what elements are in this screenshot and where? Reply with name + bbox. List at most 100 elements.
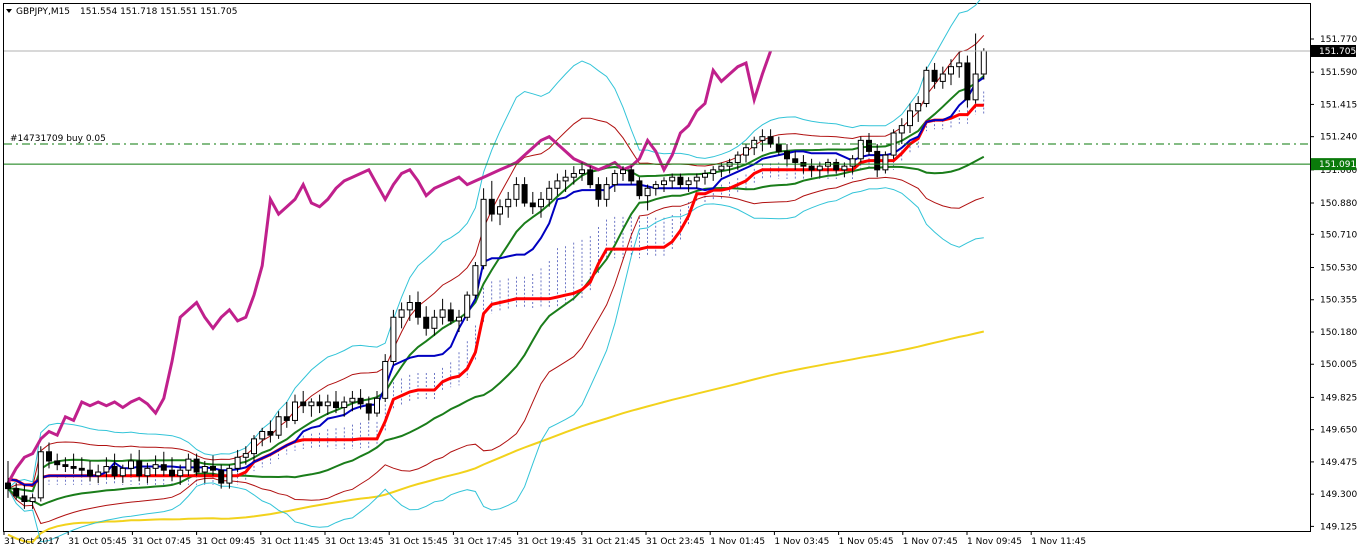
bear-candle: [874, 150, 881, 171]
bull-candle: [234, 456, 241, 469]
x-tick-label: 1 Nov 07:45: [903, 537, 958, 547]
bear-candle: [78, 467, 85, 471]
bull-candle: [956, 62, 963, 68]
bear-candle: [160, 464, 167, 471]
bull-candle: [718, 165, 725, 171]
price-chart[interactable]: #14731709 buy 0.05 GBPJPY,M15 151.554 15…: [0, 0, 1358, 551]
bull-candle: [242, 453, 249, 458]
bull-candle: [292, 401, 298, 421]
bull-candle: [939, 73, 946, 82]
svg-text:151.705: 151.705: [1319, 47, 1356, 57]
bull-candle: [456, 316, 462, 322]
bull-candle: [464, 294, 471, 318]
bull-candle: [857, 139, 864, 160]
bull-candle: [308, 401, 315, 407]
y-tick-label: 150.710: [1320, 230, 1357, 240]
bull-candle: [341, 401, 348, 409]
bear-candle: [964, 62, 971, 101]
bear-candle: [333, 401, 339, 409]
y-tick-label: 150.530: [1320, 264, 1357, 274]
bull-candle: [349, 397, 356, 403]
bull-candle: [907, 110, 913, 127]
bear-candle: [529, 202, 536, 208]
bull-candle: [570, 173, 577, 178]
bull-candle: [915, 103, 922, 112]
bull-candle: [439, 309, 446, 318]
y-tick-label: 149.125: [1320, 522, 1357, 532]
y-tick-label: 149.650: [1320, 426, 1357, 436]
bull-candle: [152, 464, 159, 469]
bear-candle: [21, 495, 28, 503]
bull-candle: [661, 180, 667, 186]
y-tick-label: 150.180: [1320, 328, 1357, 338]
bull-candle: [177, 469, 184, 477]
y-tick-label: 151.770: [1320, 35, 1357, 45]
bull-candle: [538, 198, 544, 208]
bull-candle: [948, 66, 954, 75]
x-tick-label: 31 Oct 19:45: [518, 537, 577, 547]
bull-candle: [472, 265, 479, 296]
bull-candle: [128, 460, 134, 469]
bull-candle: [620, 169, 626, 175]
bull-candle: [980, 50, 987, 75]
y-tick-label: 150.355: [1320, 296, 1357, 306]
bull-candle: [734, 154, 741, 163]
bear-candle: [488, 198, 495, 215]
bear-candle: [587, 169, 594, 186]
bull-candle: [226, 467, 233, 484]
bear-candle: [218, 469, 225, 484]
bear-candle: [636, 180, 643, 197]
y-tick-label: 151.415: [1320, 100, 1357, 110]
bull-candle: [119, 467, 126, 477]
bear-candle: [46, 451, 52, 462]
bear-candle: [415, 302, 421, 318]
bull-candle: [259, 430, 266, 440]
bear-candle: [931, 69, 938, 82]
x-tick-label: 31 Oct 13:45: [325, 537, 384, 547]
bull-candle: [390, 316, 397, 362]
x-tick-label: 31 Oct 11:45: [261, 537, 320, 547]
bear-candle: [357, 397, 364, 405]
bull-candle: [144, 467, 151, 477]
bear-candle: [300, 401, 307, 407]
bear-candle: [447, 309, 454, 322]
bear-candle: [628, 169, 635, 182]
symbol-label: GBPJPY,M15: [16, 7, 70, 17]
y-tick-label: 149.300: [1320, 490, 1357, 500]
x-tick-label: 31 Oct 07:45: [132, 537, 191, 547]
bull-candle: [759, 136, 766, 141]
bear-candle: [423, 316, 430, 329]
x-tick-label: 31 Oct 05:45: [68, 537, 127, 547]
bull-candle: [849, 158, 856, 167]
bull-candle: [669, 176, 676, 182]
bear-candle: [193, 458, 200, 473]
x-tick-label: 1 Nov 09:45: [967, 537, 1022, 547]
y-tick-label: 149.475: [1320, 458, 1357, 468]
bull-candle: [554, 180, 561, 189]
bear-candle: [866, 139, 872, 152]
bull-candle: [743, 147, 749, 156]
bull-candle: [652, 184, 659, 189]
bull-candle: [431, 316, 438, 329]
bull-candle: [972, 73, 979, 101]
bull-candle: [374, 397, 380, 414]
bear-candle: [13, 488, 20, 497]
x-tick-label: 1 Nov 01:45: [710, 537, 765, 547]
bull-candle: [406, 302, 413, 311]
bear-candle: [87, 469, 93, 477]
bull-candle: [816, 165, 823, 171]
bear-candle: [595, 184, 602, 200]
bear-candle: [54, 460, 61, 466]
bull-candle: [201, 466, 208, 473]
bull-candle: [37, 451, 44, 499]
x-tick-label: 31 Oct 2017: [4, 537, 60, 547]
bear-candle: [267, 430, 274, 436]
bull-candle: [382, 360, 389, 399]
bear-candle: [792, 158, 799, 163]
y-tick-label: 150.005: [1320, 360, 1357, 370]
bull-candle: [480, 198, 487, 267]
x-tick-label: 31 Oct 23:45: [646, 537, 705, 547]
bear-candle: [316, 401, 323, 407]
x-tick-label: 1 Nov 03:45: [774, 537, 829, 547]
current-price-tag: 151.705: [1311, 44, 1356, 57]
